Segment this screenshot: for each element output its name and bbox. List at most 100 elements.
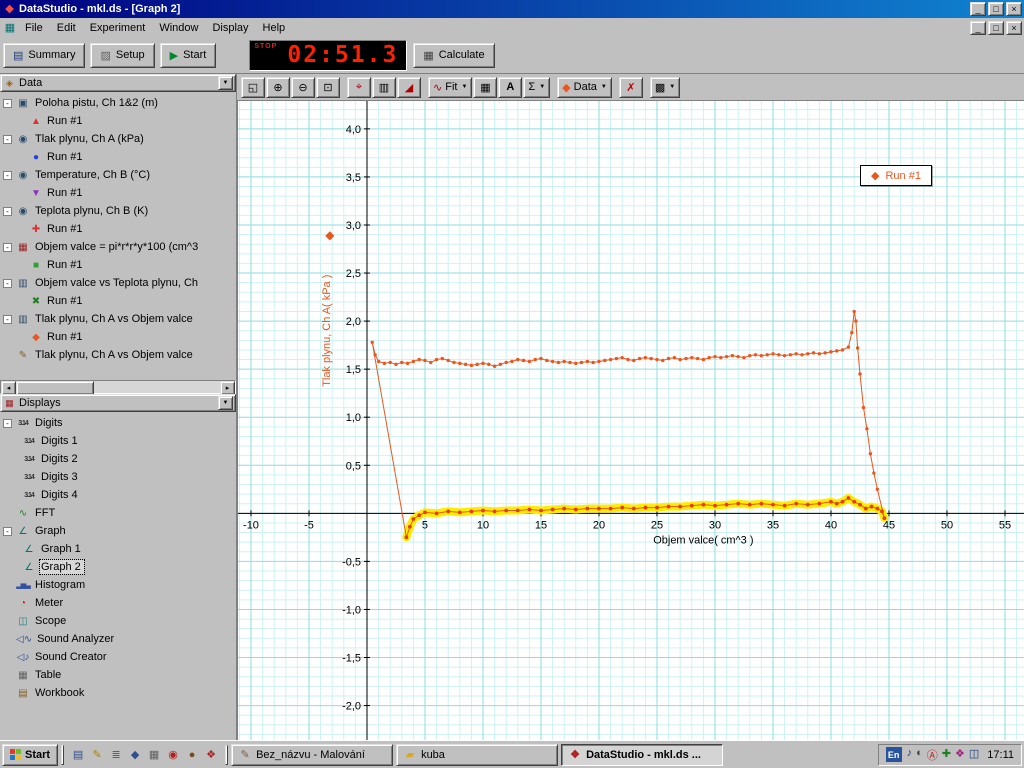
graph-display-area[interactable]: -10-55101520253035404550554,03,53,02,52,… [237, 100, 1024, 740]
display-item[interactable]: ∿FFT [0, 504, 236, 522]
data-source-item[interactable]: -▣Poloha pistu, Ch 1&2 (m) [0, 94, 236, 112]
slope-tool-button[interactable]: ◢ [397, 77, 421, 98]
run-item[interactable]: ▲Run #1 [0, 112, 236, 130]
keyboard-language-indicator[interactable]: En [886, 747, 902, 762]
display-item[interactable]: -∠Graph [0, 522, 236, 540]
displays-panel-header[interactable]: ▦ Displays ▼ [0, 394, 236, 412]
run-item[interactable]: ◆Run #1 [0, 328, 236, 346]
expand-toggle[interactable]: - [3, 135, 12, 144]
display-child-item[interactable]: 3.14Digits 2 [0, 450, 236, 468]
data-source-item[interactable]: ✎Tlak plynu, Ch A vs Objem valce [0, 346, 236, 364]
scale-to-fit-button[interactable]: ◱ [241, 77, 265, 98]
remove-button[interactable]: ✗ [619, 77, 643, 98]
display-item[interactable]: ◁♪Sound Creator [0, 648, 236, 666]
close-button[interactable]: × [1006, 2, 1022, 16]
text-tool-button[interactable]: A [498, 77, 522, 98]
data-source-item[interactable]: -▥Tlak plynu, Ch A vs Objem valce [0, 310, 236, 328]
scroll-left-button[interactable]: ◂ [1, 381, 16, 395]
display-child-item[interactable]: 3.14Digits 4 [0, 486, 236, 504]
minimize-button[interactable]: _ [970, 2, 986, 16]
zoom-select-button[interactable]: ⊡ [316, 77, 340, 98]
graph-settings-menu-button[interactable]: ▩▼ [650, 77, 680, 98]
graph-plot-area[interactable]: -10-55101520253035404550554,03,53,02,52,… [238, 101, 1024, 740]
expand-toggle[interactable]: - [3, 99, 12, 108]
menu-help[interactable]: Help [256, 20, 293, 36]
restore-button[interactable]: □ [988, 2, 1004, 16]
volume-icon[interactable]: ♪ [907, 747, 913, 763]
updater-icon[interactable]: ❖ [955, 747, 965, 763]
expand-toggle[interactable]: - [3, 171, 12, 180]
launcher-icon[interactable]: ◆ [127, 747, 143, 763]
display-item[interactable]: ▂▅▃Histogram [0, 576, 236, 594]
display-item[interactable]: ◁∿Sound Analyzer [0, 630, 236, 648]
menu-edit[interactable]: Edit [50, 20, 83, 36]
run-item[interactable]: ✖Run #1 [0, 292, 236, 310]
smart-tool-button[interactable]: ⌖ [347, 77, 371, 98]
data-source-item[interactable]: -▥Objem valce vs Teplota plynu, Ch [0, 274, 236, 292]
child-minimize-button[interactable]: _ [970, 21, 986, 35]
window-titlebar[interactable]: ❖ DataStudio - mkl.ds - [Graph 2] _ □ × [0, 0, 1024, 18]
task-paint[interactable]: ✎Bez_názvu - Malování [231, 744, 393, 766]
display-item[interactable]: ◔Meter [0, 594, 236, 612]
scrollbar-track[interactable] [94, 381, 220, 393]
menu-window[interactable]: Window [152, 20, 205, 36]
display-item[interactable]: ▦Table [0, 666, 236, 684]
scrollbar-thumb[interactable] [16, 381, 94, 395]
data-source-item[interactable]: -◉Tlak plynu, Ch A (kPa) [0, 130, 236, 148]
setup-button[interactable]: ▨ Setup [90, 43, 154, 68]
display-item[interactable]: -3.14Digits [0, 414, 236, 432]
browser-icon[interactable]: ◉ [165, 747, 181, 763]
data-panel-header[interactable]: ◈ Data ▼ [0, 74, 236, 92]
data-panel-dropdown-button[interactable]: ▼ [218, 76, 233, 90]
displays-panel-dropdown-button[interactable]: ▼ [218, 396, 233, 410]
calculate-button[interactable]: ▦ Calculate [413, 43, 494, 68]
zoom-out-button[interactable]: ⊖ [291, 77, 315, 98]
display-item[interactable]: ◫Scope [0, 612, 236, 630]
fit-menu-button[interactable]: ∿Fit▼ [428, 77, 472, 98]
display-child-item[interactable]: 3.14Digits 3 [0, 468, 236, 486]
child-restore-button[interactable]: □ [988, 21, 1004, 35]
display-child-item[interactable]: 3.14Digits 1 [0, 432, 236, 450]
keys-icon[interactable]: ≣ [108, 747, 124, 763]
display-child-item[interactable]: ∠Graph 2 [0, 558, 236, 576]
zoom-in-button[interactable]: ⊕ [266, 77, 290, 98]
run-item[interactable]: ▼Run #1 [0, 184, 236, 202]
show-desktop-icon[interactable]: ▤ [70, 747, 86, 763]
network-icon[interactable]: ◫ [969, 747, 979, 763]
grid-app-icon[interactable]: ▦ [146, 747, 162, 763]
notes-icon[interactable]: ✎ [89, 747, 105, 763]
menu-experiment[interactable]: Experiment [83, 20, 153, 36]
calculate-tool-button[interactable]: ▦ [473, 77, 497, 98]
run-item[interactable]: ●Run #1 [0, 148, 236, 166]
scheduler-icon[interactable]: ✚ [942, 747, 951, 763]
scroll-right-button[interactable]: ▸ [220, 381, 235, 395]
data-source-item[interactable]: -◉Teplota plynu, Ch B (K) [0, 202, 236, 220]
expand-toggle[interactable]: - [3, 419, 12, 428]
graph-legend[interactable]: ◆ Run #1 [860, 165, 932, 186]
show-data-button[interactable]: ▥ [372, 77, 396, 98]
run-item[interactable]: ✚Run #1 [0, 220, 236, 238]
expand-toggle[interactable]: - [3, 207, 12, 216]
summary-button[interactable]: ▤ Summary [3, 43, 85, 68]
menu-display[interactable]: Display [205, 20, 255, 36]
data-menu-button[interactable]: ◆Data▼ [557, 77, 612, 98]
display-settings-icon[interactable]: ◐ [916, 747, 923, 763]
acorn-icon[interactable]: ● [184, 747, 200, 763]
start-button[interactable]: ▶ Start [160, 43, 217, 68]
expand-toggle[interactable]: - [3, 315, 12, 324]
expand-toggle[interactable]: - [3, 527, 12, 536]
task-datastudio[interactable]: ❖DataStudio - mkl.ds ... [561, 744, 723, 766]
media-icon[interactable]: ❖ [203, 747, 219, 763]
display-child-item[interactable]: ∠Graph 1 [0, 540, 236, 558]
child-close-button[interactable]: × [1006, 21, 1022, 35]
display-item[interactable]: ▤Workbook [0, 684, 236, 702]
menu-file[interactable]: File [18, 20, 50, 36]
data-source-item[interactable]: -◉Temperature, Ch B (°C) [0, 166, 236, 184]
expand-toggle[interactable]: - [3, 279, 12, 288]
expand-toggle[interactable]: - [3, 243, 12, 252]
statistics-menu-button[interactable]: Σ▼ [523, 77, 550, 98]
antivirus-icon[interactable]: Ⓐ [927, 747, 938, 763]
taskbar-start-button[interactable]: Start [2, 744, 58, 766]
task-kuba-folder[interactable]: ▰kuba [396, 744, 558, 766]
data-tree-hscrollbar[interactable]: ◂ ▸ [0, 380, 236, 394]
